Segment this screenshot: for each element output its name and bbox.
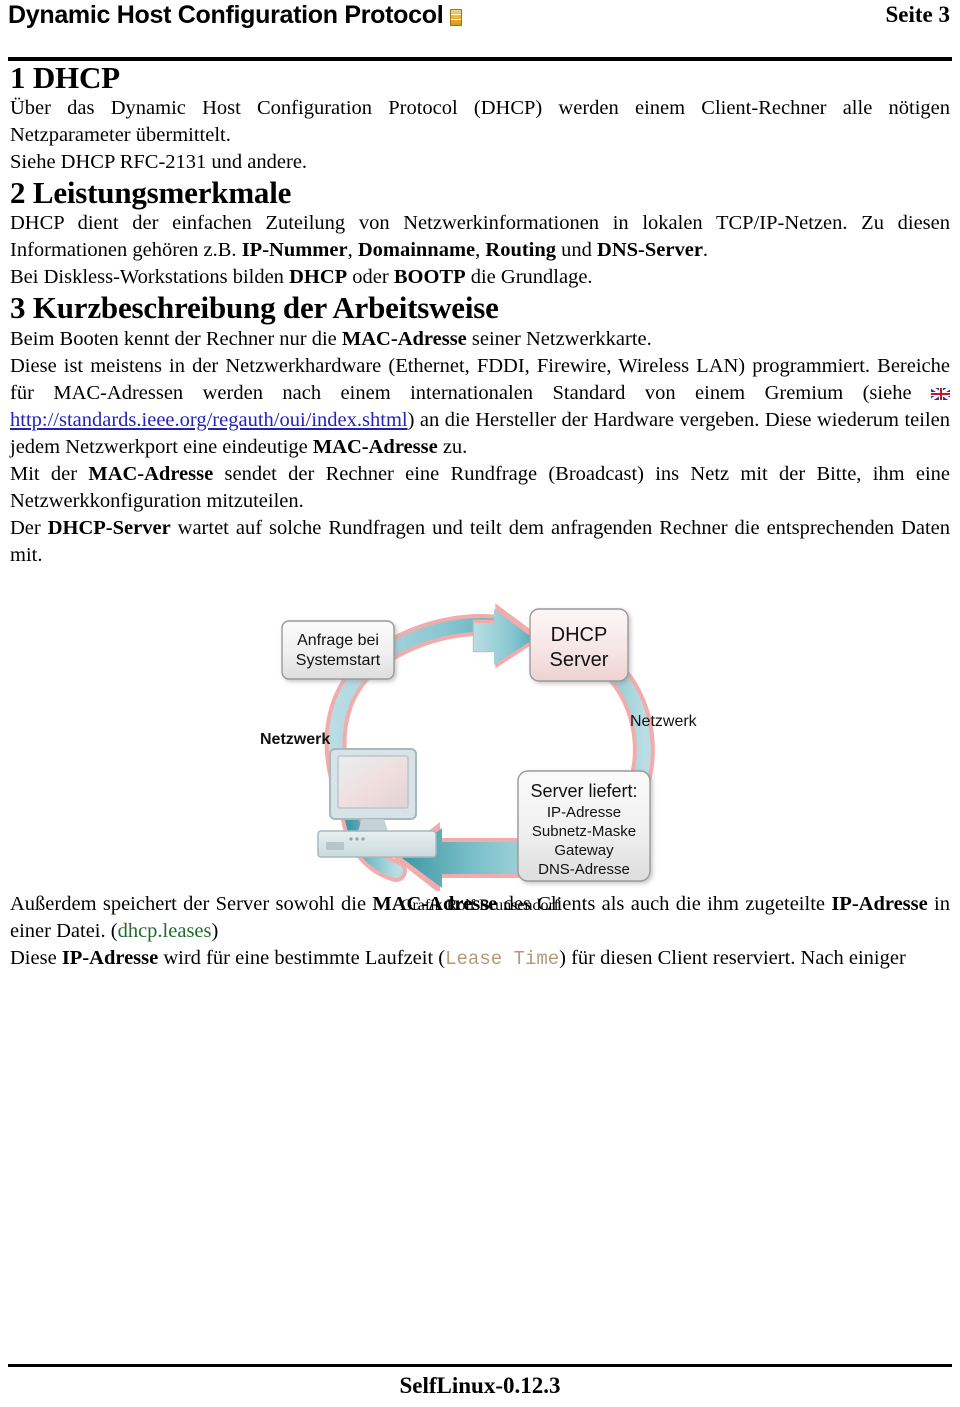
desktop-computer-icon [317,747,437,858]
term-ip-nummer: IP-Nummer [241,239,348,262]
term-bootp: BOOTP [393,266,466,289]
page-title: Dynamic Host Configuration Protocol [8,1,444,29]
term-dhcp-server: DHCP-Server [47,516,171,539]
label-network-left: Netzwerk [260,731,330,748]
uk-flag-icon [931,387,950,400]
ieee-oui-link[interactable]: http://standards.ieee.org/regauth/oui/in… [10,409,408,431]
box-request-line2: Systemstart [296,652,381,669]
text: die Grundlage. [465,266,593,289]
text: wird für eine bestimmte Laufzeit ( [158,947,446,970]
box-server-delivers-item-3: DNS-Adresse [538,861,630,878]
header-left-group: Dynamic Host Configuration Protocol [8,1,463,29]
text: Über das Dynamic Host Configuration Prot… [10,97,950,147]
sep: und [556,239,598,262]
term-mac-adresse: MAC-Adresse [341,327,467,350]
text: seiner Netzwerkkarte. [466,327,652,350]
document-list-icon [450,8,463,26]
term-ip-adresse: IP-Adresse [61,947,159,970]
dhcp-flow-svg: Anfrage bei Systemstart DHCP Server Serv… [260,603,698,891]
file-dhcp-leases: dhcp.leases [117,920,212,943]
sep: , [475,239,486,262]
term-mac-adresse: MAC-Adresse [312,435,438,458]
term-dhcp: DHCP [289,266,348,289]
page-header: Dynamic Host Configuration Protocol Seit… [8,0,952,50]
page-number-label: Seite 3 [885,2,950,27]
paragraph-s3-p4: Der DHCP-Server wartet auf solche Rundfr… [10,515,950,569]
box-dhcp-server-line1: DHCP [551,624,608,646]
term-domainname: Domainname [357,239,476,262]
text: zu. [437,435,468,458]
sep: oder [347,266,394,289]
heading-1-dhcp: 1 DHCP [10,60,120,95]
sep: . [702,239,709,262]
paragraph-s3-p2: Diese ist meistens in der Netzwerkhardwa… [10,353,950,461]
label-network-right: Netzwerk [630,713,698,730]
footer-divider [8,1364,952,1367]
paragraph-s3-p1: Beim Booten kennt der Rechner nur die MA… [10,326,950,353]
box-dhcp-server-line2: Server [550,649,609,671]
term-lease-time: Lease Time [445,948,560,971]
box-server-delivers-item-2: Gateway [554,842,614,859]
text: ) für diesen Client reserviert. Nach ein… [559,947,906,970]
text: ) [211,920,219,943]
text: Siehe DHCP RFC-2131 und andere. [10,151,308,174]
page-footer: SelfLinux-0.12.3 [8,1364,952,1399]
paragraph-s1-p1: Über das Dynamic Host Configuration Prot… [10,95,950,149]
heading-3-kurzbeschreibung: 3 Kurzbeschreibung der Arbeitsweise [10,290,499,326]
term-dns-server: DNS-Server [597,239,703,262]
text: Der [10,516,48,539]
document-page: Dynamic Host Configuration Protocol Seit… [0,0,960,1407]
paragraph-s3-p6: Diese IP-Adresse wird für eine bestimmte… [10,945,950,972]
box-server-delivers-item-0: IP-Adresse [547,804,621,821]
figure-caption: Grafik Rolf Brunsendorf [400,896,560,914]
box-server-delivers-item-1: Subnetz-Maske [532,823,636,840]
footer-label: SelfLinux-0.12.3 [399,1373,561,1398]
box-server-delivers-title: Server liefert: [530,781,637,801]
sep: , [347,239,358,262]
paragraph-s2-p1: DHCP dient der einfachen Zuteilung von N… [10,210,950,264]
text: Mit der [10,462,89,485]
heading-2-leistungsmerkmale: 2 Leistungsmerkmale [10,175,292,211]
text: Diese [10,947,62,970]
document-content: 1 DHCP Über das Dynamic Host Configurati… [8,60,952,972]
paragraph-s1-p2: Siehe DHCP RFC-2131 und andere. [10,149,950,176]
text: Bei Diskless-Workstations bilden [10,266,290,289]
paragraph-s2-p2: Bei Diskless-Workstations bilden DHCP od… [10,264,950,291]
box-request [281,620,395,680]
paragraph-s3-p3: Mit der MAC-Adresse sendet der Rechner e… [10,461,950,515]
text: Diese ist meistens in der Netzwerkhardwa… [10,354,950,404]
dhcp-flow-diagram: Anfrage bei Systemstart DHCP Server Serv… [230,591,730,914]
term-mac-adresse: MAC-Adresse [88,462,214,485]
term-routing: Routing [485,239,557,262]
box-request-line1: Anfrage bei [297,632,379,649]
term-ip-adresse: IP-Adresse [831,892,928,915]
text: Beim Booten kennt der Rechner nur die [10,327,342,350]
